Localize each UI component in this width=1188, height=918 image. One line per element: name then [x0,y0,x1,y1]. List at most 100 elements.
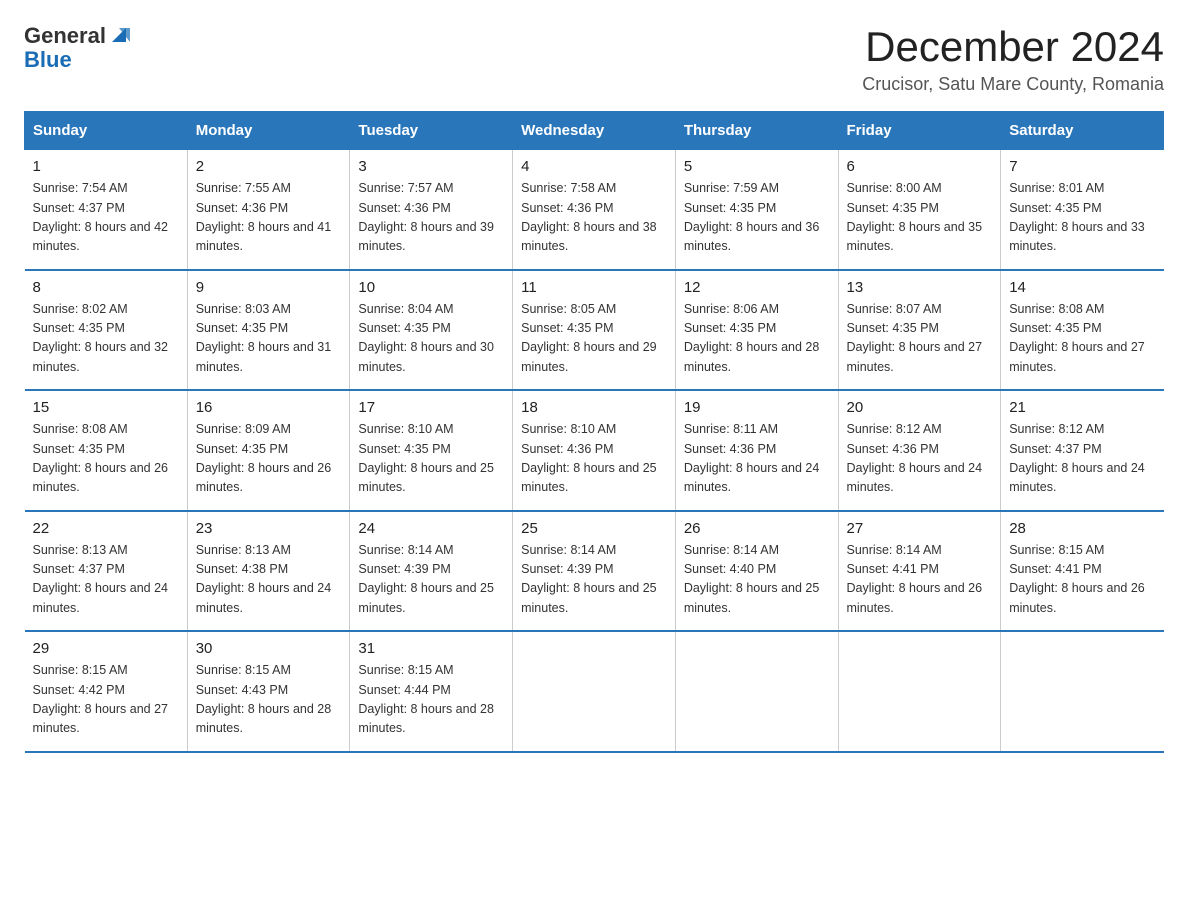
header-saturday: Saturday [1001,112,1164,150]
page-header: General Blue December 2024 Crucisor, Sat… [24,24,1164,95]
day-info: Sunrise: 8:11 AMSunset: 4:36 PMDaylight:… [684,422,820,494]
day-number: 15 [33,399,179,416]
day-cell: 13 Sunrise: 8:07 AMSunset: 4:35 PMDayligh… [838,270,1001,391]
day-cell: 27 Sunrise: 8:14 AMSunset: 4:41 PMDayligh… [838,511,1001,632]
day-number: 17 [358,399,504,416]
day-info: Sunrise: 7:57 AMSunset: 4:36 PMDaylight:… [358,181,494,253]
day-number: 16 [196,399,342,416]
day-number: 3 [358,158,504,175]
day-cell: 31 Sunrise: 8:15 AMSunset: 4:44 PMDayligh… [350,631,513,752]
day-number: 2 [196,158,342,175]
day-cell: 7Sunrise: 8:01 AMSunset: 4:35 PMDaylight… [1001,150,1164,270]
day-cell: 26Sunrise: 8:14 AMSunset: 4:40 PMDayligh… [675,511,838,632]
week-row-5: 29 Sunrise: 8:15 AMSunset: 4:42 PMDayligh… [25,631,1164,752]
day-cell: 2Sunrise: 7:55 AMSunset: 4:36 PMDaylight… [187,150,350,270]
day-cell: 10Sunrise: 8:04 AMSunset: 4:35 PMDayligh… [350,270,513,391]
day-number: 7 [1009,158,1155,175]
day-cell: 12Sunrise: 8:06 AMSunset: 4:35 PMDayligh… [675,270,838,391]
day-info: Sunrise: 8:02 AMSunset: 4:35 PMDaylight:… [33,302,169,374]
day-info: Sunrise: 8:12 AMSunset: 4:36 PMDaylight:… [847,422,983,494]
page-title: December 2024 [862,24,1164,70]
header-wednesday: Wednesday [513,112,676,150]
header-monday: Monday [187,112,350,150]
logo: General Blue [24,24,130,72]
day-info: Sunrise: 8:15 AMSunset: 4:43 PMDaylight:… [196,663,332,735]
day-cell: 20 Sunrise: 8:12 AMSunset: 4:36 PMDayligh… [838,390,1001,511]
day-number: 12 [684,279,830,296]
header-tuesday: Tuesday [350,112,513,150]
day-number: 13 [847,279,993,296]
day-number: 18 [521,399,667,416]
header-sunday: Sunday [25,112,188,150]
day-number: 4 [521,158,667,175]
day-info: Sunrise: 8:04 AMSunset: 4:35 PMDaylight:… [358,302,494,374]
day-cell: 28 Sunrise: 8:15 AMSunset: 4:41 PMDayligh… [1001,511,1164,632]
day-cell: 22 Sunrise: 8:13 AMSunset: 4:37 PMDayligh… [25,511,188,632]
header-friday: Friday [838,112,1001,150]
day-cell [1001,631,1164,752]
day-number: 24 [358,520,504,537]
day-info: Sunrise: 8:10 AMSunset: 4:35 PMDaylight:… [358,422,494,494]
day-number: 25 [521,520,667,537]
day-number: 8 [33,279,179,296]
day-info: Sunrise: 8:08 AMSunset: 4:35 PMDaylight:… [33,422,169,494]
day-info: Sunrise: 8:15 AMSunset: 4:41 PMDaylight:… [1009,543,1145,615]
day-number: 19 [684,399,830,416]
day-number: 30 [196,640,342,657]
day-cell: 24 Sunrise: 8:14 AMSunset: 4:39 PMDayligh… [350,511,513,632]
day-number: 29 [33,640,179,657]
day-cell: 11 Sunrise: 8:05 AMSunset: 4:35 PMDayligh… [513,270,676,391]
day-cell: 8 Sunrise: 8:02 AMSunset: 4:35 PMDaylight… [25,270,188,391]
day-cell: 17 Sunrise: 8:10 AMSunset: 4:35 PMDayligh… [350,390,513,511]
day-cell: 30 Sunrise: 8:15 AMSunset: 4:43 PMDayligh… [187,631,350,752]
day-info: Sunrise: 8:14 AMSunset: 4:41 PMDaylight:… [847,543,983,615]
day-info: Sunrise: 8:15 AMSunset: 4:44 PMDaylight:… [358,663,494,735]
day-cell: 9 Sunrise: 8:03 AMSunset: 4:35 PMDaylight… [187,270,350,391]
day-cell: 4 Sunrise: 7:58 AMSunset: 4:36 PMDaylight… [513,150,676,270]
day-cell: 15 Sunrise: 8:08 AMSunset: 4:35 PMDayligh… [25,390,188,511]
logo-blue-text: Blue [24,48,72,72]
day-number: 6 [847,158,993,175]
title-block: December 2024 Crucisor, Satu Mare County… [862,24,1164,95]
day-number: 23 [196,520,342,537]
day-info: Sunrise: 8:03 AMSunset: 4:35 PMDaylight:… [196,302,332,374]
day-number: 1 [33,158,179,175]
day-info: Sunrise: 8:10 AMSunset: 4:36 PMDaylight:… [521,422,657,494]
day-number: 11 [521,279,667,296]
week-row-1: 1Sunrise: 7:54 AMSunset: 4:37 PMDaylight… [25,150,1164,270]
day-number: 20 [847,399,993,416]
week-row-3: 15 Sunrise: 8:08 AMSunset: 4:35 PMDayligh… [25,390,1164,511]
day-cell: 3 Sunrise: 7:57 AMSunset: 4:36 PMDaylight… [350,150,513,270]
day-info: Sunrise: 7:58 AMSunset: 4:36 PMDaylight:… [521,181,657,253]
day-info: Sunrise: 8:09 AMSunset: 4:35 PMDaylight:… [196,422,332,494]
page-subtitle: Crucisor, Satu Mare County, Romania [862,74,1164,95]
day-info: Sunrise: 8:00 AMSunset: 4:35 PMDaylight:… [847,181,983,253]
day-cell: 5Sunrise: 7:59 AMSunset: 4:35 PMDaylight… [675,150,838,270]
day-number: 27 [847,520,993,537]
day-cell [675,631,838,752]
header-thursday: Thursday [675,112,838,150]
day-number: 22 [33,520,179,537]
day-number: 9 [196,279,342,296]
day-cell: 1Sunrise: 7:54 AMSunset: 4:37 PMDaylight… [25,150,188,270]
logo-arrow-icon [108,24,130,46]
day-info: Sunrise: 8:05 AMSunset: 4:35 PMDaylight:… [521,302,657,374]
day-number: 31 [358,640,504,657]
day-cell [513,631,676,752]
logo-general-text: General [24,24,106,48]
day-cell: 14 Sunrise: 8:08 AMSunset: 4:35 PMDayligh… [1001,270,1164,391]
day-info: Sunrise: 8:14 AMSunset: 4:39 PMDaylight:… [358,543,494,615]
calendar-header-row: SundayMondayTuesdayWednesdayThursdayFrid… [25,112,1164,150]
day-cell: 6 Sunrise: 8:00 AMSunset: 4:35 PMDaylight… [838,150,1001,270]
day-number: 14 [1009,279,1155,296]
day-number: 28 [1009,520,1155,537]
day-info: Sunrise: 8:08 AMSunset: 4:35 PMDaylight:… [1009,302,1145,374]
day-info: Sunrise: 8:13 AMSunset: 4:37 PMDaylight:… [33,543,169,615]
day-info: Sunrise: 8:14 AMSunset: 4:40 PMDaylight:… [684,543,820,615]
day-info: Sunrise: 8:15 AMSunset: 4:42 PMDaylight:… [33,663,169,735]
day-info: Sunrise: 8:07 AMSunset: 4:35 PMDaylight:… [847,302,983,374]
day-cell: 25Sunrise: 8:14 AMSunset: 4:39 PMDayligh… [513,511,676,632]
day-info: Sunrise: 8:12 AMSunset: 4:37 PMDaylight:… [1009,422,1145,494]
day-number: 21 [1009,399,1155,416]
week-row-4: 22 Sunrise: 8:13 AMSunset: 4:37 PMDayligh… [25,511,1164,632]
